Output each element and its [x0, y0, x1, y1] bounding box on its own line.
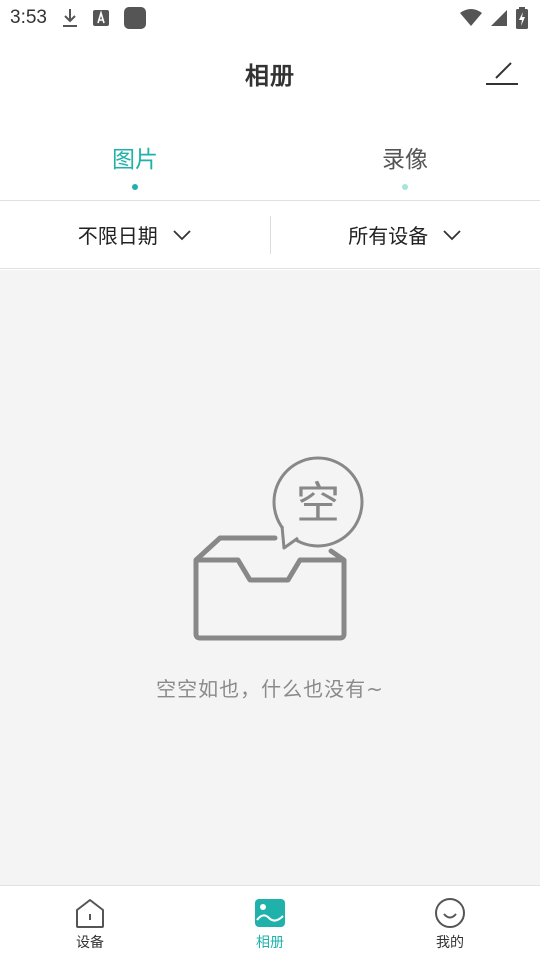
- tab-videos-indicator: [402, 184, 408, 190]
- tab-photos-indicator: [132, 184, 138, 190]
- signal-icon: [490, 9, 508, 27]
- status-bar: 3:53: [0, 0, 540, 36]
- wifi-icon: [460, 9, 482, 27]
- download-icon: [61, 8, 79, 28]
- bottom-nav: 设备 相册 我的: [0, 885, 540, 960]
- empty-bubble-text: 空: [296, 478, 340, 529]
- smile-icon: [435, 898, 465, 928]
- nav-item-album-label: 相册: [256, 935, 284, 951]
- nav-item-devices[interactable]: 设备: [0, 886, 180, 960]
- page-title: 相册: [245, 61, 295, 90]
- empty-box-illustration: 空: [193, 456, 364, 641]
- battery-icon: [516, 7, 528, 29]
- nav-item-mine-label: 我的: [436, 935, 464, 951]
- app-notification-icon: [123, 6, 147, 30]
- date-filter-label: 不限日期: [77, 224, 158, 248]
- tab-videos-label: 录像: [382, 147, 428, 173]
- device-filter-label: 所有设备: [348, 224, 429, 248]
- empty-message: 空空如也，什么也没有~: [156, 677, 384, 701]
- media-tabs: 图片 录像: [0, 130, 540, 200]
- chevron-down-icon: [173, 229, 191, 240]
- status-right: [460, 7, 528, 29]
- tab-videos[interactable]: 录像: [270, 130, 540, 200]
- nav-item-devices-label: 设备: [76, 935, 104, 951]
- device-filter-dropdown[interactable]: 所有设备: [271, 201, 540, 268]
- nav-item-album[interactable]: 相册: [180, 886, 360, 960]
- home-icon: [76, 899, 104, 928]
- tab-photos[interactable]: 图片: [0, 130, 270, 200]
- chevron-down-icon: [443, 229, 461, 240]
- nav-item-mine[interactable]: 我的: [360, 886, 540, 960]
- a-notification-icon: [92, 10, 109, 26]
- tab-photos-label: 图片: [112, 147, 158, 173]
- filter-bar: 不限日期 所有设备: [0, 200, 540, 269]
- edit-button[interactable]: [484, 58, 520, 88]
- photo-icon: [255, 899, 285, 927]
- date-filter-dropdown[interactable]: 不限日期: [0, 201, 270, 268]
- edit-icon: [486, 62, 518, 85]
- status-time: 3:53: [10, 7, 47, 28]
- header: 相册: [0, 40, 540, 106]
- photo-list-area[interactable]: 空 空空如也，什么也没有~: [0, 270, 540, 885]
- status-left: 3:53: [10, 6, 147, 30]
